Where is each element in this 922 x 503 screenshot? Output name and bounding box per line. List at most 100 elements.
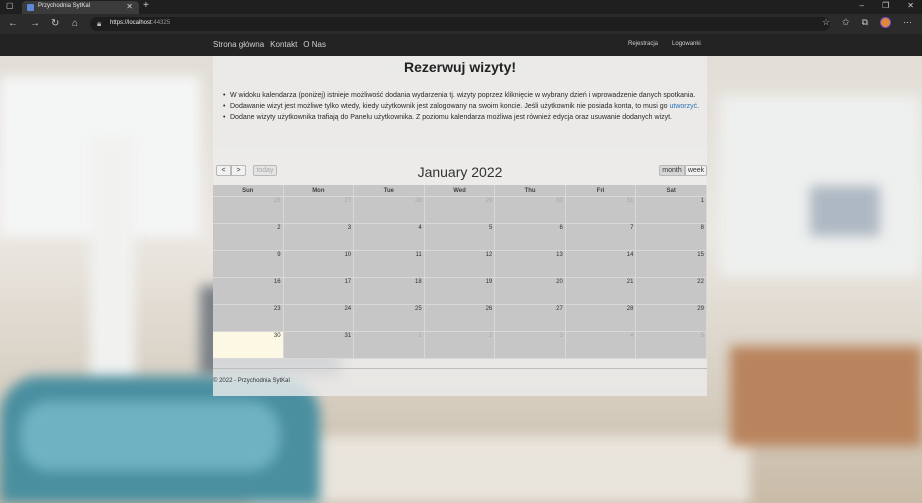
refresh-icon[interactable]: ↻ bbox=[51, 18, 59, 29]
calendar-day[interactable]: 29 bbox=[424, 197, 496, 224]
day-number: 22 bbox=[697, 279, 704, 285]
calendar-day[interactable]: 7 bbox=[565, 224, 637, 251]
calendar-day[interactable]: 1 bbox=[636, 197, 707, 224]
day-number: 16 bbox=[273, 279, 281, 285]
calendar-day[interactable]: 22 bbox=[636, 278, 707, 305]
calendar-day[interactable]: 11 bbox=[354, 251, 425, 278]
calendar-day[interactable]: 28 bbox=[565, 305, 637, 332]
day-number: 8 bbox=[700, 225, 704, 231]
day-number: 15 bbox=[697, 252, 704, 258]
browser-toolbar-icons: ☆ ✩ ⧉ ⋯ bbox=[822, 17, 912, 28]
day-number: 1 bbox=[418, 333, 422, 339]
calendar-day[interactable]: 13 bbox=[495, 251, 566, 278]
minimize-icon[interactable]: – bbox=[860, 1, 864, 10]
calendar-day[interactable]: 8 bbox=[636, 224, 707, 251]
weekday-label: Tue bbox=[354, 185, 425, 197]
collections-icon[interactable]: ⧉ bbox=[862, 17, 868, 28]
calendar-day[interactable]: 14 bbox=[565, 251, 637, 278]
nav-login-link[interactable]: Logowanki bbox=[672, 41, 701, 47]
calendar-day[interactable]: 28 bbox=[354, 197, 425, 224]
day-number: 17 bbox=[344, 279, 352, 285]
calendar-day[interactable]: 9 bbox=[213, 251, 284, 278]
new-tab-icon[interactable]: + bbox=[143, 0, 149, 11]
calendar-day[interactable]: 25 bbox=[354, 305, 425, 332]
weekday-label: Mon bbox=[284, 185, 355, 197]
calendar-day[interactable]: 24 bbox=[283, 305, 355, 332]
calendar-day[interactable]: 12 bbox=[424, 251, 496, 278]
favorites-icon[interactable]: ✩ bbox=[842, 17, 850, 28]
tab-actions-icon[interactable]: ▢ bbox=[6, 1, 14, 10]
calendar-day[interactable]: 16 bbox=[213, 278, 284, 305]
day-number: 26 bbox=[273, 198, 281, 204]
footer-text: © 2022 - Przychodnia SytKal bbox=[213, 378, 290, 384]
calendar-day[interactable]: 18 bbox=[354, 278, 425, 305]
calendar-day[interactable]: 2 bbox=[424, 332, 496, 359]
calendar-day[interactable]: 31 bbox=[283, 332, 355, 359]
day-number: 27 bbox=[556, 306, 563, 312]
nav-link-home[interactable]: Strona główna bbox=[213, 40, 264, 49]
address-bar: ← → ↻ ⌂ 🔒︎ https://localhost:44325 ☆ ✩ ⧉… bbox=[0, 14, 922, 34]
calendar-day[interactable]: 6 bbox=[495, 224, 566, 251]
calendar-day[interactable]: 27 bbox=[495, 305, 566, 332]
calendar-day[interactable]: 5 bbox=[424, 224, 496, 251]
create-account-link[interactable]: utworzyć bbox=[670, 103, 698, 110]
calendar-day[interactable]: 19 bbox=[424, 278, 496, 305]
calendar-day[interactable]: 4 bbox=[354, 224, 425, 251]
calendar-day-today[interactable]: 30 bbox=[213, 332, 284, 359]
weekday-label: Sun bbox=[213, 185, 284, 197]
calendar-day[interactable]: 5 bbox=[636, 332, 707, 359]
url-input[interactable]: 🔒︎ https://localhost:44325 bbox=[90, 17, 830, 31]
calendar-title: January 2022 bbox=[417, 164, 503, 180]
day-number: 19 bbox=[485, 279, 493, 285]
day-number: 21 bbox=[626, 279, 634, 285]
calendar-day[interactable]: 10 bbox=[283, 251, 355, 278]
day-number: 24 bbox=[344, 306, 352, 312]
home-icon[interactable]: ⌂ bbox=[72, 18, 78, 29]
calendar-day[interactable]: 21 bbox=[565, 278, 637, 305]
calendar-day[interactable]: 17 bbox=[283, 278, 355, 305]
calendar-day[interactable]: 23 bbox=[213, 305, 284, 332]
profile-avatar[interactable] bbox=[880, 17, 891, 28]
day-number: 28 bbox=[626, 306, 634, 312]
close-window-icon[interactable]: ✕ bbox=[907, 1, 914, 10]
browser-tab[interactable]: Przychodnia SytKal ✕ bbox=[22, 1, 139, 14]
nav-link-contact[interactable]: Kontakt bbox=[270, 40, 297, 49]
more-menu-icon[interactable]: ⋯ bbox=[903, 17, 912, 28]
favorite-star-icon[interactable]: ☆ bbox=[822, 17, 830, 28]
calendar-day[interactable]: 30 bbox=[495, 197, 566, 224]
calendar-day[interactable]: 2 bbox=[213, 224, 284, 251]
calendar-day[interactable]: 1 bbox=[354, 332, 425, 359]
day-number: 28 bbox=[415, 198, 422, 204]
calendar-day[interactable]: 31 bbox=[565, 197, 637, 224]
calendar-day[interactable]: 26 bbox=[424, 305, 496, 332]
day-number: 20 bbox=[556, 279, 563, 285]
day-number: 4 bbox=[418, 225, 422, 231]
nav-link-about[interactable]: O Nas bbox=[303, 40, 326, 49]
month-view-button[interactable]: month bbox=[659, 165, 685, 176]
weekday-header: Sun Mon Tue Wed Thu Fri Sat bbox=[213, 185, 707, 197]
week-view-button[interactable]: week bbox=[685, 165, 707, 176]
back-icon[interactable]: ← bbox=[8, 18, 18, 29]
day-number: 30 bbox=[556, 198, 563, 204]
forward-icon[interactable]: → bbox=[30, 18, 40, 29]
restore-icon[interactable]: ❐ bbox=[882, 1, 889, 10]
calendar-day[interactable]: 4 bbox=[565, 332, 637, 359]
calendar-grid: Sun Mon Tue Wed Thu Fri Sat 26 27 28 29 30 31 1 2 3 4 5 6… bbox=[213, 185, 707, 359]
day-number: 10 bbox=[344, 252, 352, 258]
day-number: 31 bbox=[626, 198, 634, 204]
calendar-day[interactable]: 3 bbox=[495, 332, 566, 359]
calendar-day[interactable]: 27 bbox=[283, 197, 355, 224]
calendar-day[interactable]: 15 bbox=[636, 251, 707, 278]
calendar-day[interactable]: 3 bbox=[283, 224, 355, 251]
weekday-label: Wed bbox=[425, 185, 496, 197]
day-number: 2 bbox=[277, 225, 281, 231]
calendar-day[interactable]: 26 bbox=[213, 197, 284, 224]
day-number: 3 bbox=[347, 225, 352, 231]
bg-chairs-front bbox=[20, 401, 280, 471]
info-item: W widoku kalendarza (poniżej) istnieje m… bbox=[223, 92, 708, 100]
day-number: 6 bbox=[559, 225, 563, 231]
tab-close-icon[interactable]: ✕ bbox=[126, 2, 133, 11]
calendar-day[interactable]: 20 bbox=[495, 278, 566, 305]
nav-register-link[interactable]: Rejestracja bbox=[628, 41, 658, 47]
calendar-day[interactable]: 29 bbox=[636, 305, 707, 332]
